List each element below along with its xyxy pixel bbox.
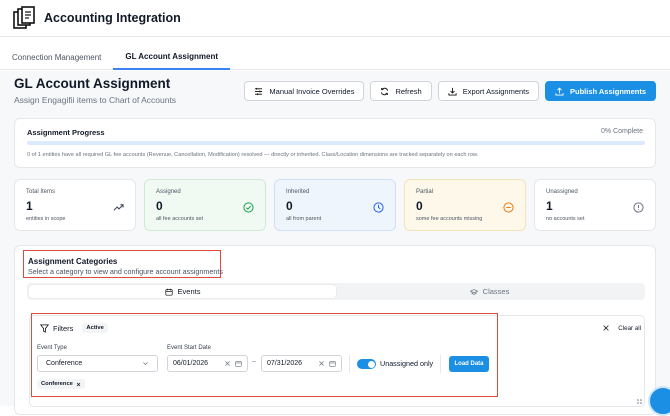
divider: [440, 355, 441, 373]
filter-chip-conference[interactable]: Conference: [37, 379, 85, 389]
resize-grip-icon[interactable]: [637, 399, 643, 405]
event-start-date-label: Event Start Date: [167, 345, 211, 351]
refresh-button[interactable]: Refresh: [370, 81, 431, 101]
unassigned-only-toggle[interactable]: [357, 359, 376, 369]
filter-icon: [40, 324, 49, 333]
segment-events-label: Events: [178, 287, 201, 296]
stat-label: Partial: [416, 189, 433, 195]
stat-sub: all fee accounts set: [156, 216, 203, 222]
date-range-dash: –: [252, 358, 256, 365]
progress-percent: 0% Complete: [601, 128, 643, 135]
toolbar: Manual Invoice Overrides Refresh Export …: [244, 81, 656, 101]
refresh-icon: [380, 87, 389, 96]
manual-invoice-overrides-button[interactable]: Manual Invoice Overrides: [244, 81, 364, 101]
event-type-select[interactable]: Conference: [37, 355, 158, 372]
documents-logo-icon: [12, 6, 36, 30]
clear-date-icon[interactable]: [224, 360, 231, 367]
stat-inherited: Inherited 0 all from parent: [274, 179, 396, 231]
page-subtitle: Assign Engagifii items to Chart of Accou…: [14, 95, 176, 105]
stats-row: Total Items 1 entities in scope Assigned…: [14, 179, 656, 231]
filter-chip-label: Conference: [41, 381, 73, 387]
chat-fab-button[interactable]: [648, 386, 670, 416]
graduation-cap-icon: [470, 288, 478, 296]
filters-section: Filters Active Event Type Conference Eve…: [31, 313, 498, 397]
refresh-label: Refresh: [395, 87, 421, 96]
category-segmented-control: Events Classes: [27, 283, 645, 300]
trending-up-icon: [113, 202, 124, 213]
stat-value: 1: [26, 199, 33, 213]
stat-sub: no accounts set: [546, 216, 585, 222]
export-assignments-label: Export Assignments: [463, 87, 529, 96]
progress-bar: [27, 141, 645, 145]
filters-header: Filters Active: [40, 323, 108, 333]
segment-events[interactable]: Events: [29, 285, 336, 298]
unassigned-only-label: Unassigned only: [380, 359, 433, 368]
progress-description: 0 of 1 entities have all required GL fee…: [27, 152, 478, 158]
app-title: Accounting Integration: [44, 11, 181, 25]
tab-bar: Connection Management GL Account Assignm…: [0, 44, 670, 70]
calendar-icon[interactable]: [235, 360, 242, 367]
remove-chip-icon[interactable]: [76, 382, 81, 387]
stat-label: Assigned: [156, 189, 181, 195]
close-icon: [602, 324, 610, 332]
chevron-down-icon: [142, 360, 149, 367]
manual-invoice-overrides-label: Manual Invoice Overrides: [269, 87, 354, 96]
segment-classes-label: Classes: [483, 287, 510, 296]
assignment-progress-card: Assignment Progress 0% Complete 0 of 1 e…: [14, 118, 656, 168]
stat-sub: some fee accounts missing: [416, 216, 482, 222]
stat-label: Total Items: [26, 189, 55, 195]
tab-connection-management[interactable]: Connection Management: [0, 44, 113, 70]
date-from-value: 06/01/2026: [173, 360, 220, 367]
categories-title: Assignment Categories: [28, 257, 220, 266]
stat-label: Unassigned: [546, 189, 578, 195]
stat-value: 0: [156, 199, 163, 213]
clear-all-label: Clear all: [618, 325, 641, 332]
categories-subtitle: Select a category to view and configure …: [28, 267, 220, 276]
assignment-categories-card: Assignment Categories Select a category …: [14, 245, 656, 415]
check-circle-icon: [243, 202, 254, 213]
app-header: Accounting Integration: [0, 0, 670, 37]
categories-header: Assignment Categories Select a category …: [23, 250, 221, 278]
load-data-button[interactable]: Load Data: [449, 356, 489, 372]
event-type-value: Conference: [46, 360, 82, 367]
alert-circle-icon: [633, 202, 644, 213]
segment-classes[interactable]: Classes: [336, 285, 643, 298]
stat-unassigned: Unassigned 1 no accounts set: [534, 179, 656, 231]
export-assignments-button[interactable]: Export Assignments: [438, 81, 539, 101]
upload-icon: [555, 87, 564, 96]
page-title: GL Account Assignment: [14, 76, 170, 91]
publish-assignments-label: Publish Assignments: [570, 87, 646, 96]
clear-all-filters-button[interactable]: Clear all: [602, 324, 641, 332]
stat-label: Inherited: [286, 189, 309, 195]
stat-assigned: Assigned 0 all fee accounts set: [144, 179, 266, 231]
main-content: GL Account Assignment Assign Engagifii i…: [0, 71, 670, 406]
stat-partial: Partial 0 some fee accounts missing: [404, 179, 526, 231]
download-icon: [448, 87, 457, 96]
clock-icon: [373, 202, 384, 213]
publish-assignments-button[interactable]: Publish Assignments: [545, 81, 656, 101]
divider: [349, 355, 350, 373]
date-from-input[interactable]: 06/01/2026: [167, 355, 248, 372]
stat-sub: all from parent: [286, 216, 321, 222]
calendar-icon: [165, 288, 173, 296]
stat-value: 0: [286, 199, 293, 213]
stat-total-items: Total Items 1 entities in scope: [14, 179, 136, 231]
sliders-icon: [254, 87, 263, 96]
minus-circle-icon: [503, 202, 514, 213]
stat-value: 1: [546, 199, 553, 213]
calendar-icon[interactable]: [329, 360, 336, 367]
stat-value: 0: [416, 199, 423, 213]
event-type-label: Event Type: [37, 345, 67, 351]
filters-active-badge: Active: [82, 323, 107, 333]
stat-sub: entities in scope: [26, 216, 65, 222]
date-to-value: 07/31/2026: [267, 360, 314, 367]
clear-date-icon[interactable]: [318, 360, 325, 367]
date-to-input[interactable]: 07/31/2026: [261, 355, 342, 372]
tab-gl-account-assignment[interactable]: GL Account Assignment: [113, 44, 230, 70]
progress-title: Assignment Progress: [27, 128, 105, 137]
filters-title: Filters: [53, 324, 73, 333]
